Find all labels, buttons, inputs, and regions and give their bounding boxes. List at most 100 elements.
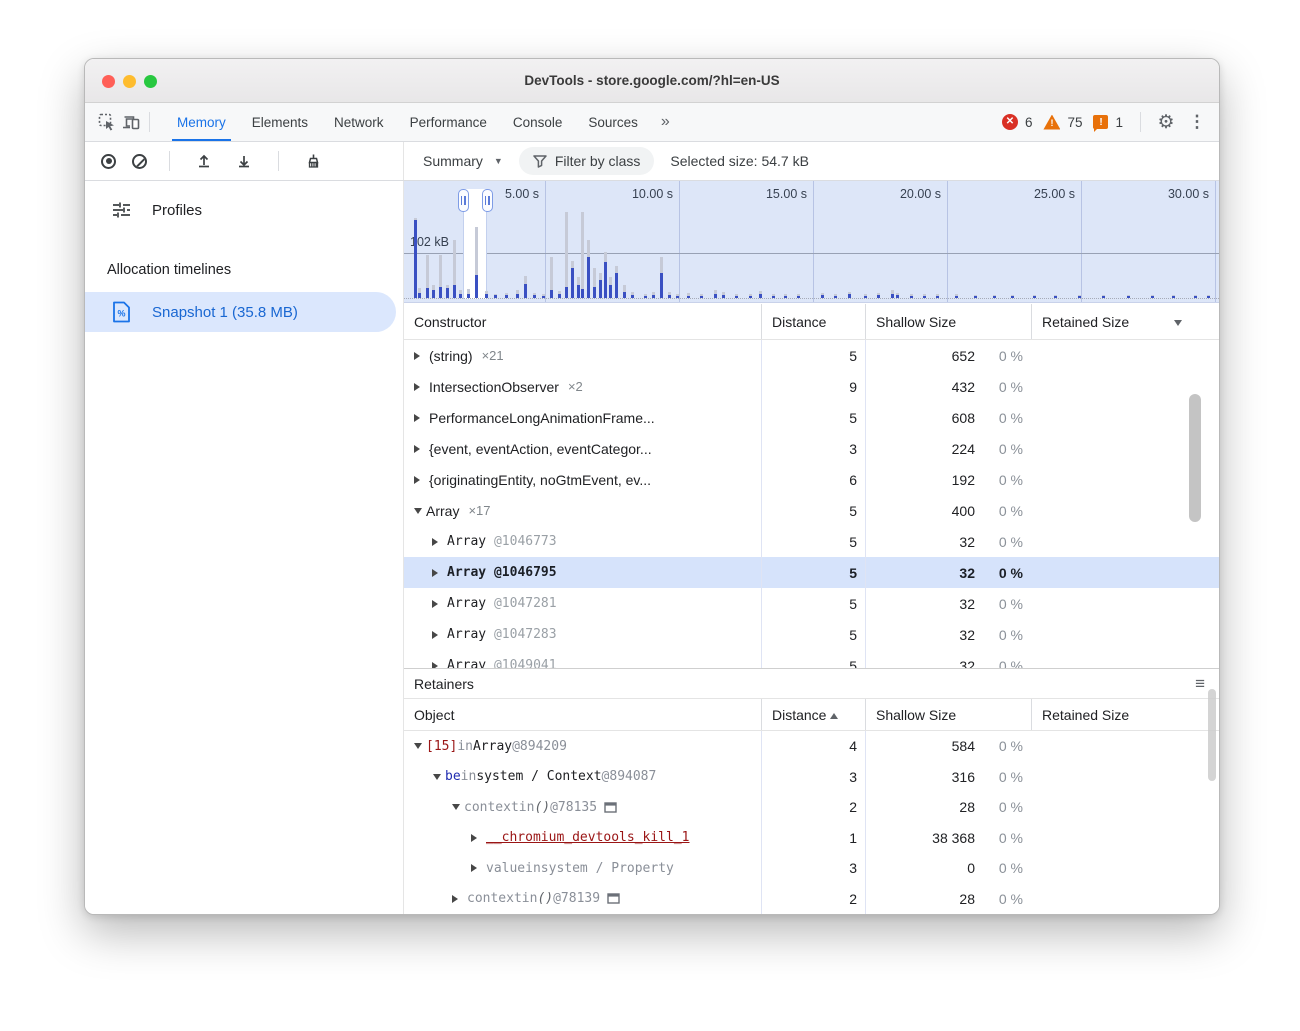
allocation-bar-total: [565, 212, 568, 298]
scrollbar-thumb[interactable]: [1208, 689, 1216, 781]
expand-arrow-icon[interactable]: [414, 352, 424, 360]
allocation-bar-live: [652, 295, 655, 298]
allocation-bar-live: [505, 295, 508, 298]
load-profile-icon[interactable]: [192, 149, 216, 173]
column-header-object[interactable]: Object: [404, 699, 761, 730]
allocation-bar-live: [772, 296, 775, 298]
allocation-bar-live: [660, 273, 663, 298]
allocation-timeline-overview[interactable]: 5.00 s10.00 s15.00 s20.00 s25.00 s30.00 …: [404, 181, 1219, 303]
allocation-bar-live: [494, 295, 497, 298]
column-header-retained-size[interactable]: Retained Size: [1031, 304, 1190, 339]
constructor-row[interactable]: PerformanceLongAnimationFrame...56080 %6…: [404, 402, 1219, 433]
inspect-icon[interactable]: [95, 110, 119, 134]
expand-arrow-icon[interactable]: [432, 538, 442, 546]
allocation-bar-live: [414, 220, 417, 298]
allocation-bar-live: [891, 294, 894, 299]
constructor-row[interactable]: {originatingEntity, noGtmEvent, ev...619…: [404, 464, 1219, 495]
tab-sources[interactable]: Sources: [575, 103, 651, 141]
chevron-down-icon: ▼: [494, 156, 503, 166]
constructor-row[interactable]: Array @10490415320 %320 %: [404, 650, 1219, 668]
clear-profiles-icon[interactable]: [301, 149, 325, 173]
expand-arrow-icon[interactable]: [414, 383, 424, 391]
allocation-bar-live: [615, 273, 618, 298]
class-filter-input[interactable]: Filter by class: [519, 147, 655, 175]
retainer-row[interactable]: [15] in Array @89420945840 %3 4960 %: [404, 731, 1219, 762]
warning-badge-icon[interactable]: !: [1043, 115, 1060, 130]
expand-arrow-icon[interactable]: [471, 864, 481, 872]
allocation-bar-live: [1151, 296, 1154, 298]
column-header-distance[interactable]: Distance: [761, 304, 865, 339]
constructor-row[interactable]: {event, eventAction, eventCategor...3224…: [404, 433, 1219, 464]
retainer-row[interactable]: value in system / Property300 %00 %: [404, 853, 1219, 884]
constructor-row[interactable]: Array @10467955320 %320 %: [404, 557, 1219, 588]
constructor-grid: Constructor Distance Shallow Size Retain…: [404, 304, 1219, 668]
allocation-bar-live: [896, 295, 899, 298]
kebab-menu-icon[interactable]: ⋮: [1185, 112, 1209, 132]
allocation-bar-live: [599, 280, 602, 298]
column-header-constructor[interactable]: Constructor: [404, 304, 761, 339]
constructor-row[interactable]: Array @10467735320 %320 %: [404, 526, 1219, 557]
allocation-bar-live: [558, 294, 561, 298]
collapse-arrow-icon[interactable]: [433, 774, 441, 784]
column-header-shallow-size[interactable]: Shallow Size: [865, 304, 1031, 339]
retainer-row[interactable]: __chromium_devtools_kill_1138 3680 %48 5…: [404, 823, 1219, 854]
warning-count[interactable]: 75: [1067, 115, 1082, 130]
divider: [169, 151, 170, 171]
expand-arrow-icon[interactable]: [452, 895, 462, 903]
expand-arrow-icon[interactable]: [432, 631, 442, 639]
window-title: DevTools - store.google.com/?hl=en-US: [85, 73, 1219, 88]
close-button[interactable]: [102, 75, 115, 88]
column-header-retained-size[interactable]: Retained Size: [1031, 699, 1190, 730]
tab-elements[interactable]: Elements: [239, 103, 321, 141]
retainer-row[interactable]: context in () @781352280 %1520 %: [404, 792, 1219, 823]
retainer-row[interactable]: context in () @781392280 %1520 %: [404, 884, 1219, 915]
error-badge-icon[interactable]: ✕: [1002, 114, 1018, 130]
allocation-bar-live: [877, 295, 880, 298]
constructor-row[interactable]: IntersectionObserver×294320 %6160 %: [404, 371, 1219, 402]
constructor-row[interactable]: Array×1754000 %4000 %: [404, 495, 1219, 526]
issue-badge-icon[interactable]: !: [1093, 115, 1108, 129]
tab-network[interactable]: Network: [321, 103, 397, 141]
expand-arrow-icon[interactable]: [414, 414, 424, 422]
column-header-shallow-size[interactable]: Shallow Size: [865, 699, 1031, 730]
expand-arrow-icon[interactable]: [432, 600, 442, 608]
hamburger-menu-icon[interactable]: ≡: [1195, 675, 1205, 692]
collapse-arrow-icon[interactable]: [452, 804, 460, 814]
selection-handle-right[interactable]: [482, 189, 493, 212]
expand-arrow-icon[interactable]: [414, 476, 424, 484]
allocation-bar-live: [571, 268, 574, 298]
issue-count[interactable]: 1: [1115, 115, 1123, 130]
snapshot-item[interactable]: % Snapshot 1 (35.8 MB): [85, 292, 396, 332]
device-toolbar-icon[interactable]: [119, 110, 143, 134]
tab-console[interactable]: Console: [500, 103, 576, 141]
collapse-arrow-icon[interactable]: [414, 508, 422, 518]
allocation-bar-live: [432, 290, 435, 298]
gear-icon[interactable]: ⚙: [1154, 111, 1178, 134]
error-count[interactable]: 6: [1025, 115, 1033, 130]
expand-arrow-icon[interactable]: [471, 834, 481, 842]
collapse-arrow-icon[interactable]: [414, 743, 422, 753]
clear-icon[interactable]: [132, 154, 147, 169]
selection-handle-left[interactable]: [458, 189, 469, 212]
constructor-row[interactable]: Array @10472835320 %320 %: [404, 619, 1219, 650]
retainer-row[interactable]: be in system / Context @89408733160 %17 …: [404, 762, 1219, 793]
constructor-row[interactable]: (string)×2156520 %6520 %: [404, 340, 1219, 371]
expand-arrow-icon[interactable]: [414, 445, 424, 453]
expand-arrow-icon[interactable]: [432, 569, 442, 577]
save-profile-icon[interactable]: [232, 149, 256, 173]
constructor-row[interactable]: Array @10472815320 %320 %: [404, 588, 1219, 619]
zoom-button[interactable]: [144, 75, 157, 88]
axis-tick-label: 15.00 s: [737, 187, 807, 201]
record-icon[interactable]: [101, 154, 116, 169]
perspective-select[interactable]: Summary ▼: [423, 153, 503, 169]
allocation-bar-live: [735, 296, 738, 298]
tab-performance[interactable]: Performance: [397, 103, 500, 141]
profiles-header[interactable]: Profiles: [85, 194, 403, 226]
tab-memory[interactable]: Memory: [164, 103, 239, 141]
column-header-distance[interactable]: Distance: [761, 699, 865, 730]
minimize-button[interactable]: [123, 75, 136, 88]
scrollbar-thumb[interactable]: [1189, 394, 1201, 522]
more-tabs-icon[interactable]: »: [651, 113, 680, 131]
allocation-bar-live: [604, 262, 607, 298]
allocation-bar-live: [974, 296, 977, 298]
